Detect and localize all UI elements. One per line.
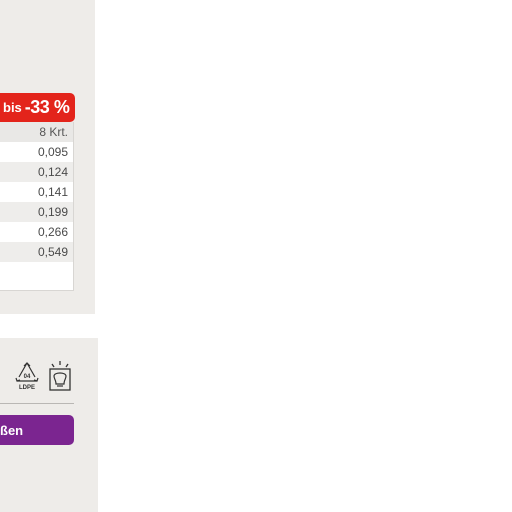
divider bbox=[0, 403, 74, 404]
table-row: 0,266 bbox=[37, 225, 68, 239]
table-row: 0,124 bbox=[0, 162, 73, 182]
table-row: 0,549 bbox=[0, 242, 73, 262]
light-bulb-icon bbox=[49, 361, 71, 391]
table-row: 0,095 bbox=[37, 145, 68, 159]
discount-value: -33 % bbox=[24, 97, 70, 117]
price-table-header: 8 Krt. bbox=[0, 122, 73, 142]
recycle-code: 04 bbox=[24, 374, 31, 380]
table-row: 0,199 bbox=[0, 202, 73, 222]
action-button[interactable]: ßen bbox=[0, 415, 74, 445]
recycle-ldpe-icon: 04 LDPE bbox=[15, 362, 39, 391]
discount-prefix: bis bbox=[3, 100, 22, 115]
table-row: 0,141 bbox=[37, 185, 68, 199]
recycle-material: LDPE bbox=[19, 385, 35, 391]
discount-badge: bis -33 % bbox=[0, 93, 75, 129]
price-table: 8 Krt. 0,095 0,124 0,141 0,199 0,266 0,5… bbox=[0, 122, 74, 291]
